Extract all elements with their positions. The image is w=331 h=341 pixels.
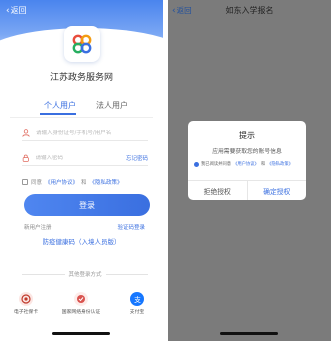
divider-line xyxy=(105,273,149,275)
agreement-checkbox[interactable] xyxy=(22,179,28,185)
dialog-message: 应用需要获取您的账号信息 xyxy=(212,149,282,155)
active-tab-indicator xyxy=(40,113,76,115)
option-label: 支付宝 xyxy=(129,310,145,315)
reject-authorization-button[interactable]: 拒绝授权 xyxy=(188,181,248,200)
privacy-policy-link[interactable]: 《隐私政策》 xyxy=(90,178,123,186)
agreement-row: 同意 《用户协议》 和 《隐私政策》 xyxy=(22,178,123,186)
health-code-link[interactable]: 防疫健康码（入境人员版） xyxy=(0,236,163,246)
agree-and: 和 xyxy=(81,180,87,186)
social-security-card-icon xyxy=(19,292,33,306)
home-indicator xyxy=(220,332,278,335)
option-label: 电子社保卡 xyxy=(14,310,38,315)
divider-line xyxy=(22,273,65,275)
other-login-divider: 其他登录方式 xyxy=(22,270,149,278)
alipay-icon: 支 xyxy=(130,292,144,306)
dialog-privacy-policy-link[interactable]: 《隐私政策》 xyxy=(267,161,293,167)
back-button[interactable]: ‹ 返回 xyxy=(6,5,27,16)
username-input[interactable] xyxy=(36,129,132,136)
home-indicator xyxy=(52,332,110,335)
other-login-label: 其他登录方式 xyxy=(68,272,102,278)
register-link[interactable]: 新用户注册 xyxy=(24,223,52,231)
dialog-agreement-row: 我已阅读并同意 《用户协议》 和 《隐私政策》 xyxy=(194,161,302,167)
social-security-login[interactable]: 电子社保卡 xyxy=(1,292,51,315)
dialog-user-agreement-link[interactable]: 《用户协议》 xyxy=(233,161,259,167)
forgot-password-link[interactable]: 忘记密码 xyxy=(126,154,148,162)
agree-prefix: 同意 xyxy=(31,180,43,186)
dialog-buttons: 拒绝授权 确定授权 xyxy=(188,180,306,200)
agreement-check-icon[interactable] xyxy=(194,161,199,167)
sms-login-link[interactable]: 验证码登录 xyxy=(117,223,145,231)
tab-divider xyxy=(10,117,153,118)
password-input[interactable] xyxy=(35,154,126,161)
tab-personal-user[interactable]: 个人用户 xyxy=(44,100,76,111)
back-label: 返回 xyxy=(10,6,27,15)
user-type-tabs: 个人用户 法人用户 xyxy=(0,100,163,115)
confirm-authorization-button[interactable]: 确定授权 xyxy=(248,181,307,200)
lock-icon xyxy=(22,154,29,162)
login-button[interactable]: 登录 xyxy=(24,194,150,216)
user-agreement-link[interactable]: 《用户协议》 xyxy=(45,178,78,186)
national-id-login[interactable]: 国家网络身份认证 xyxy=(56,292,106,315)
option-label: 国家网络身份认证 xyxy=(61,310,101,315)
jiangsu-gov-logo-icon xyxy=(72,34,92,54)
user-icon xyxy=(22,128,30,137)
dialog-title: 提示 xyxy=(239,131,255,140)
authorization-screen: ‹ 返回 如东入学报名 提示 应用需要获取您的账号信息 我已阅读并同意 《用户协… xyxy=(168,0,331,341)
national-id-auth-icon xyxy=(74,292,88,306)
page-title: 如东入学报名 xyxy=(225,6,274,15)
authorization-dialog: 提示 应用需要获取您的账号信息 我已阅读并同意 《用户协议》 和 《隐私政策》 … xyxy=(188,121,306,200)
app-title: 江苏政务服务网 xyxy=(49,73,113,83)
username-field xyxy=(22,125,148,141)
login-screen: ‹ 返回 江苏政务服务网 个人用户 法人用户 忘记密码 同意 xyxy=(0,0,163,341)
tab-legal-user[interactable]: 法人用户 xyxy=(96,100,128,111)
password-field: 忘记密码 xyxy=(22,150,148,166)
alipay-login[interactable]: 支 支付宝 xyxy=(112,292,162,315)
dialog-agree-prefix: 我已阅读并同意 xyxy=(201,162,232,167)
app-logo xyxy=(64,26,100,62)
nav-bar: ‹ 返回 如东入学报名 xyxy=(168,0,331,20)
chevron-left-icon: ‹ xyxy=(6,5,10,16)
svg-text:支: 支 xyxy=(134,295,141,304)
dialog-agree-and: 和 xyxy=(260,162,266,167)
